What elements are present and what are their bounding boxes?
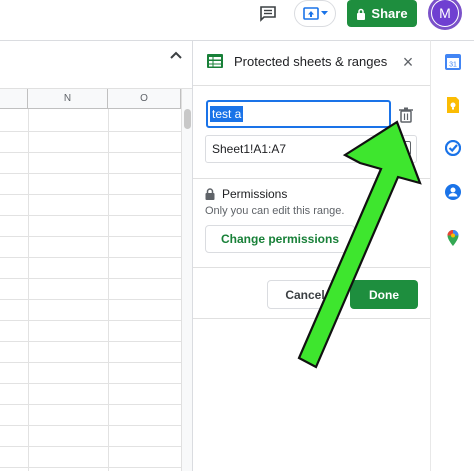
sheets-table-icon	[207, 54, 223, 68]
grid-row-line	[0, 362, 181, 363]
column-header-o[interactable]: O	[108, 89, 181, 109]
maps-icon[interactable]	[445, 230, 461, 246]
cancel-button[interactable]: Cancel	[267, 280, 343, 309]
tasks-icon[interactable]	[445, 140, 461, 156]
section-divider	[193, 267, 431, 268]
select-range-icon[interactable]	[401, 141, 411, 155]
range-name-input[interactable]: test a	[206, 100, 391, 128]
grid-row-line	[0, 131, 181, 132]
range-name-selected-text: test a	[210, 106, 244, 122]
present-button[interactable]	[294, 0, 336, 27]
header-divider	[193, 85, 431, 86]
scrollbar-thumb[interactable]	[184, 109, 191, 129]
vertical-scrollbar[interactable]	[181, 89, 192, 471]
share-label: Share	[371, 6, 408, 21]
grid-row-line	[0, 404, 181, 405]
side-panel-rail: 31	[430, 40, 474, 471]
grid-column-line	[28, 109, 29, 471]
panel-header: Protected sheets & ranges ×	[193, 41, 431, 85]
grid-row-line	[0, 173, 181, 174]
done-button[interactable]: Done	[350, 280, 418, 309]
footer-divider	[193, 318, 431, 319]
change-permissions-button[interactable]: Change permissions	[205, 225, 355, 253]
grid-row-line	[0, 299, 181, 300]
grid-row-line	[0, 383, 181, 384]
spreadsheet-grid: N O	[0, 40, 192, 471]
grid-column-line	[108, 109, 109, 471]
grid-row-line	[0, 467, 181, 468]
chevron-down-icon	[320, 11, 328, 15]
grid-row-line	[0, 320, 181, 321]
column-header-n[interactable]: N	[28, 89, 108, 109]
trash-icon[interactable]	[399, 107, 413, 123]
permissions-description: Only you can edit this range.	[205, 205, 345, 217]
comment-icon	[260, 6, 276, 22]
section-divider	[193, 178, 431, 179]
grid-row-line	[0, 278, 181, 279]
keep-icon[interactable]	[445, 97, 461, 113]
calendar-icon[interactable]: 31	[445, 54, 461, 70]
grid-row-line	[0, 341, 181, 342]
lock-icon	[357, 8, 366, 20]
app-window: Share M N O Protected sheets & ranges × …	[0, 0, 474, 471]
grid-row-line	[0, 425, 181, 426]
account-avatar[interactable]: M	[428, 0, 462, 30]
protected-ranges-panel: Protected sheets & ranges × test a Sheet…	[192, 40, 431, 471]
range-field[interactable]: Sheet1!A1:A7	[205, 135, 417, 163]
chevron-up-icon[interactable]	[168, 47, 184, 63]
formula-bar-area	[0, 41, 192, 89]
column-header-m[interactable]	[0, 89, 28, 109]
share-button[interactable]: Share	[347, 0, 417, 27]
close-icon[interactable]: ×	[400, 53, 416, 71]
grid-row-line	[0, 152, 181, 153]
panel-title: Protected sheets & ranges	[234, 54, 388, 69]
grid-row-line	[0, 257, 181, 258]
lock-icon	[205, 188, 215, 200]
svg-text:31: 31	[449, 62, 457, 69]
contacts-icon[interactable]	[445, 184, 461, 200]
top-toolbar: Share M	[0, 0, 474, 40]
present-icon	[302, 6, 319, 20]
permissions-title: Permissions	[222, 187, 288, 201]
grid-row-line	[0, 215, 181, 216]
grid-row-line	[0, 194, 181, 195]
avatar-initial: M	[432, 0, 458, 26]
grid-row-line	[0, 446, 181, 447]
comment-history-button[interactable]	[256, 3, 280, 25]
grid-row-line	[0, 236, 181, 237]
